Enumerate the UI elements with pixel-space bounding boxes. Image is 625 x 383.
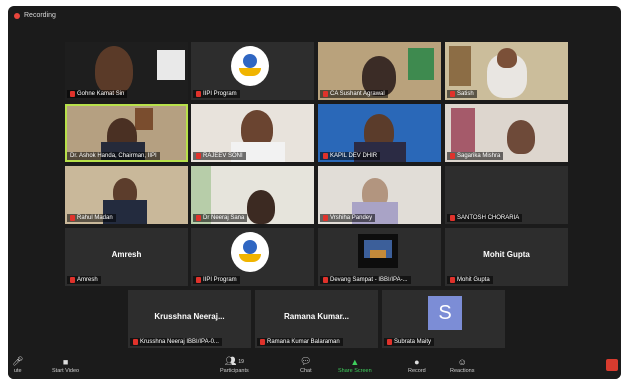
participant-name: Mohit Gupta xyxy=(447,276,493,284)
record-icon: ● xyxy=(414,356,420,367)
mic-muted-icon xyxy=(387,339,392,345)
participant-name: Rahul Madan xyxy=(67,214,116,222)
mic-muted-icon xyxy=(260,339,265,345)
participant-name: Devang Sampat - IBBI/IPA-... xyxy=(320,276,411,284)
participant-name: IIPI Program xyxy=(193,276,240,284)
participant-name: Satish xyxy=(447,90,477,98)
participants-count: 19 xyxy=(238,358,244,365)
participant-tile[interactable]: Mohit Gupta Mohit Gupta xyxy=(445,228,568,286)
recording-label: Recording xyxy=(24,12,56,19)
record-button[interactable]: ● Record xyxy=(408,355,426,375)
mic-muted-icon xyxy=(70,277,75,283)
participant-display-name: Amresh xyxy=(111,250,142,259)
mic-muted-icon xyxy=(450,153,455,159)
participant-tile[interactable]: Dr Neeraj Sana xyxy=(191,166,314,224)
participant-name: Subrata Maity xyxy=(384,338,435,346)
mute-button[interactable]: 🎤︎ ute xyxy=(12,355,23,374)
mic-muted-icon xyxy=(323,153,328,159)
mic-muted-icon xyxy=(196,91,201,97)
participant-tile[interactable]: Amresh Amresh xyxy=(65,228,188,286)
mic-muted-icon xyxy=(133,339,138,345)
participant-name: Krusshna Neeraj IBBI/IPA-0... xyxy=(130,338,222,346)
participant-name: Vrshiha Pandey xyxy=(320,214,376,222)
reactions-icon: ☺ xyxy=(457,356,467,367)
chat-icon: 💬︎ xyxy=(300,356,312,366)
participant-tile[interactable]: Krusshna Neeraj... Krusshna Neeraj IBBI/… xyxy=(128,290,251,348)
share-screen-button[interactable]: ▲ Share Screen xyxy=(338,355,372,375)
participant-tile[interactable]: IIPI Program xyxy=(191,228,314,286)
participant-tile[interactable]: CA Sushant Agrawal xyxy=(318,42,441,100)
reactions-button[interactable]: ☺ Reactions xyxy=(450,355,474,375)
mic-muted-icon xyxy=(70,91,75,97)
start-video-button[interactable]: ■ Start Video xyxy=(52,355,79,375)
participant-display-name: Ramana Kumar... xyxy=(284,312,349,321)
share-screen-icon: ▲ xyxy=(350,356,360,367)
participant-tile[interactable]: Gohne Kamat Sin xyxy=(65,42,188,100)
mic-muted-icon xyxy=(196,153,201,159)
mic-muted-icon xyxy=(450,215,455,221)
participants-button[interactable]: 👥︎ 19 Participants xyxy=(220,355,249,374)
chat-button[interactable]: 💬︎ Chat xyxy=(300,355,312,374)
meeting-window: Recording Gohne Kamat Sin IIPI Program C… xyxy=(8,6,621,379)
participant-tile[interactable]: RAJEEV SONI xyxy=(191,104,314,162)
participant-avatar: S xyxy=(428,296,462,330)
mic-muted-icon xyxy=(450,91,455,97)
participant-name: IIPI Program xyxy=(193,90,240,98)
participant-name: Gohne Kamat Sin xyxy=(67,90,128,98)
participant-tile[interactable]: Ramana Kumar... Ramana Kumar Balaraman xyxy=(255,290,378,348)
participant-name: Dr Neeraj Sana xyxy=(193,214,248,222)
participant-name: Amresh xyxy=(67,276,101,284)
participant-name: Sagarika Mishra xyxy=(447,152,504,160)
video-off-icon: ■ xyxy=(62,356,69,367)
participant-display-name: Mohit Gupta xyxy=(483,250,530,259)
participant-name: KAPIL DEV DHIR xyxy=(320,152,381,160)
participant-name: RAJEEV SONI xyxy=(193,152,246,160)
participant-name: Dr. Ashok Handa, Chairman, IIPI xyxy=(67,152,160,160)
record-dot-icon xyxy=(14,12,20,19)
mic-muted-icon xyxy=(323,215,328,221)
participant-tile[interactable]: IIPI Program xyxy=(191,42,314,100)
participant-tile[interactable]: Devang Sampat - IBBI/IPA-... xyxy=(318,228,441,286)
mic-muted-icon xyxy=(323,277,328,283)
participant-name: SANTOSH CHORARIA xyxy=(447,214,523,222)
mic-muted-icon xyxy=(196,215,201,221)
participant-tile[interactable]: KAPIL DEV DHIR xyxy=(318,104,441,162)
participant-tile-active-speaker[interactable]: Dr. Ashok Handa, Chairman, IIPI xyxy=(65,104,188,162)
recording-indicator: Recording xyxy=(14,12,56,19)
participants-icon: 👥︎ xyxy=(224,356,237,366)
participant-tile[interactable]: Rahul Madan xyxy=(65,166,188,224)
mic-muted-icon xyxy=(323,91,328,97)
meeting-toolbar: 🎤︎ ute ■ Start Video 👥︎ 19 Participants 💬… xyxy=(8,353,621,379)
participant-tile[interactable]: Sagarika Mishra xyxy=(445,104,568,162)
mic-muted-icon xyxy=(450,277,455,283)
participant-tile[interactable]: Satish xyxy=(445,42,568,100)
mic-muted-icon xyxy=(196,277,201,283)
participant-tile[interactable]: S Subrata Maity xyxy=(382,290,505,348)
participant-display-name: Krusshna Neeraj... xyxy=(154,312,225,321)
mic-muted-icon xyxy=(70,215,75,221)
microphone-muted-icon: 🎤︎ xyxy=(12,356,24,366)
participant-name: Ramana Kumar Balaraman xyxy=(257,338,343,346)
participant-tile[interactable]: SANTOSH CHORARIA xyxy=(445,166,568,224)
end-meeting-button[interactable] xyxy=(606,359,618,371)
participant-tile[interactable]: Vrshiha Pandey xyxy=(318,166,441,224)
participant-name: CA Sushant Agrawal xyxy=(320,90,388,98)
